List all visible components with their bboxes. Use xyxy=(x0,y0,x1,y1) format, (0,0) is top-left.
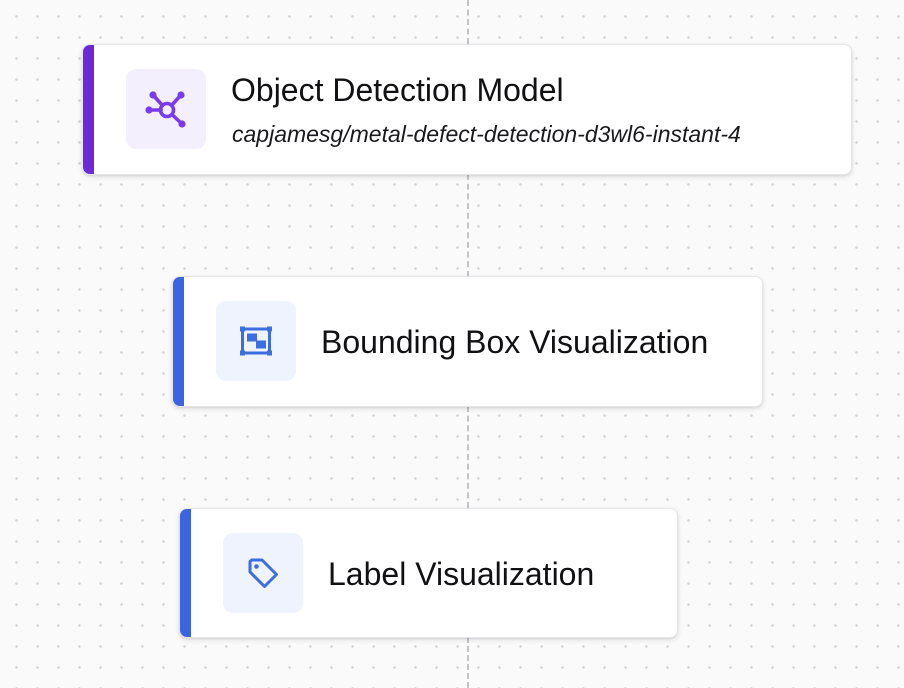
model-network-icon xyxy=(145,91,186,128)
node-icon-container xyxy=(126,69,206,149)
node-title: Bounding Box Visualization xyxy=(321,324,709,360)
node-accent-bar xyxy=(180,509,191,637)
workflow-node-object-detection-model[interactable]: Object Detection Model capjamesg/metal-d… xyxy=(82,44,852,175)
node-icon-container xyxy=(216,301,296,381)
tag-icon xyxy=(248,558,278,588)
node-title: Label Visualization xyxy=(328,556,595,592)
node-accent-bar xyxy=(83,45,94,174)
workflow-node-label-visualization[interactable]: Label Visualization xyxy=(179,508,678,638)
edge-connector-top xyxy=(467,0,469,44)
workflow-node-bounding-box-visualization[interactable]: Bounding Box Visualization xyxy=(172,276,763,407)
edge-connector-bottom xyxy=(467,637,469,688)
node-accent-bar xyxy=(173,277,184,406)
edge-connector-bbox-to-label xyxy=(467,406,469,508)
edge-connector-model-to-bbox xyxy=(467,174,469,277)
node-title: Object Detection Model xyxy=(231,72,564,108)
node-subtitle-model-id: capjamesg/metal-defect-detection-d3wl6-i… xyxy=(232,121,741,147)
node-icon-container xyxy=(223,533,303,613)
bounding-box-icon xyxy=(240,326,272,356)
